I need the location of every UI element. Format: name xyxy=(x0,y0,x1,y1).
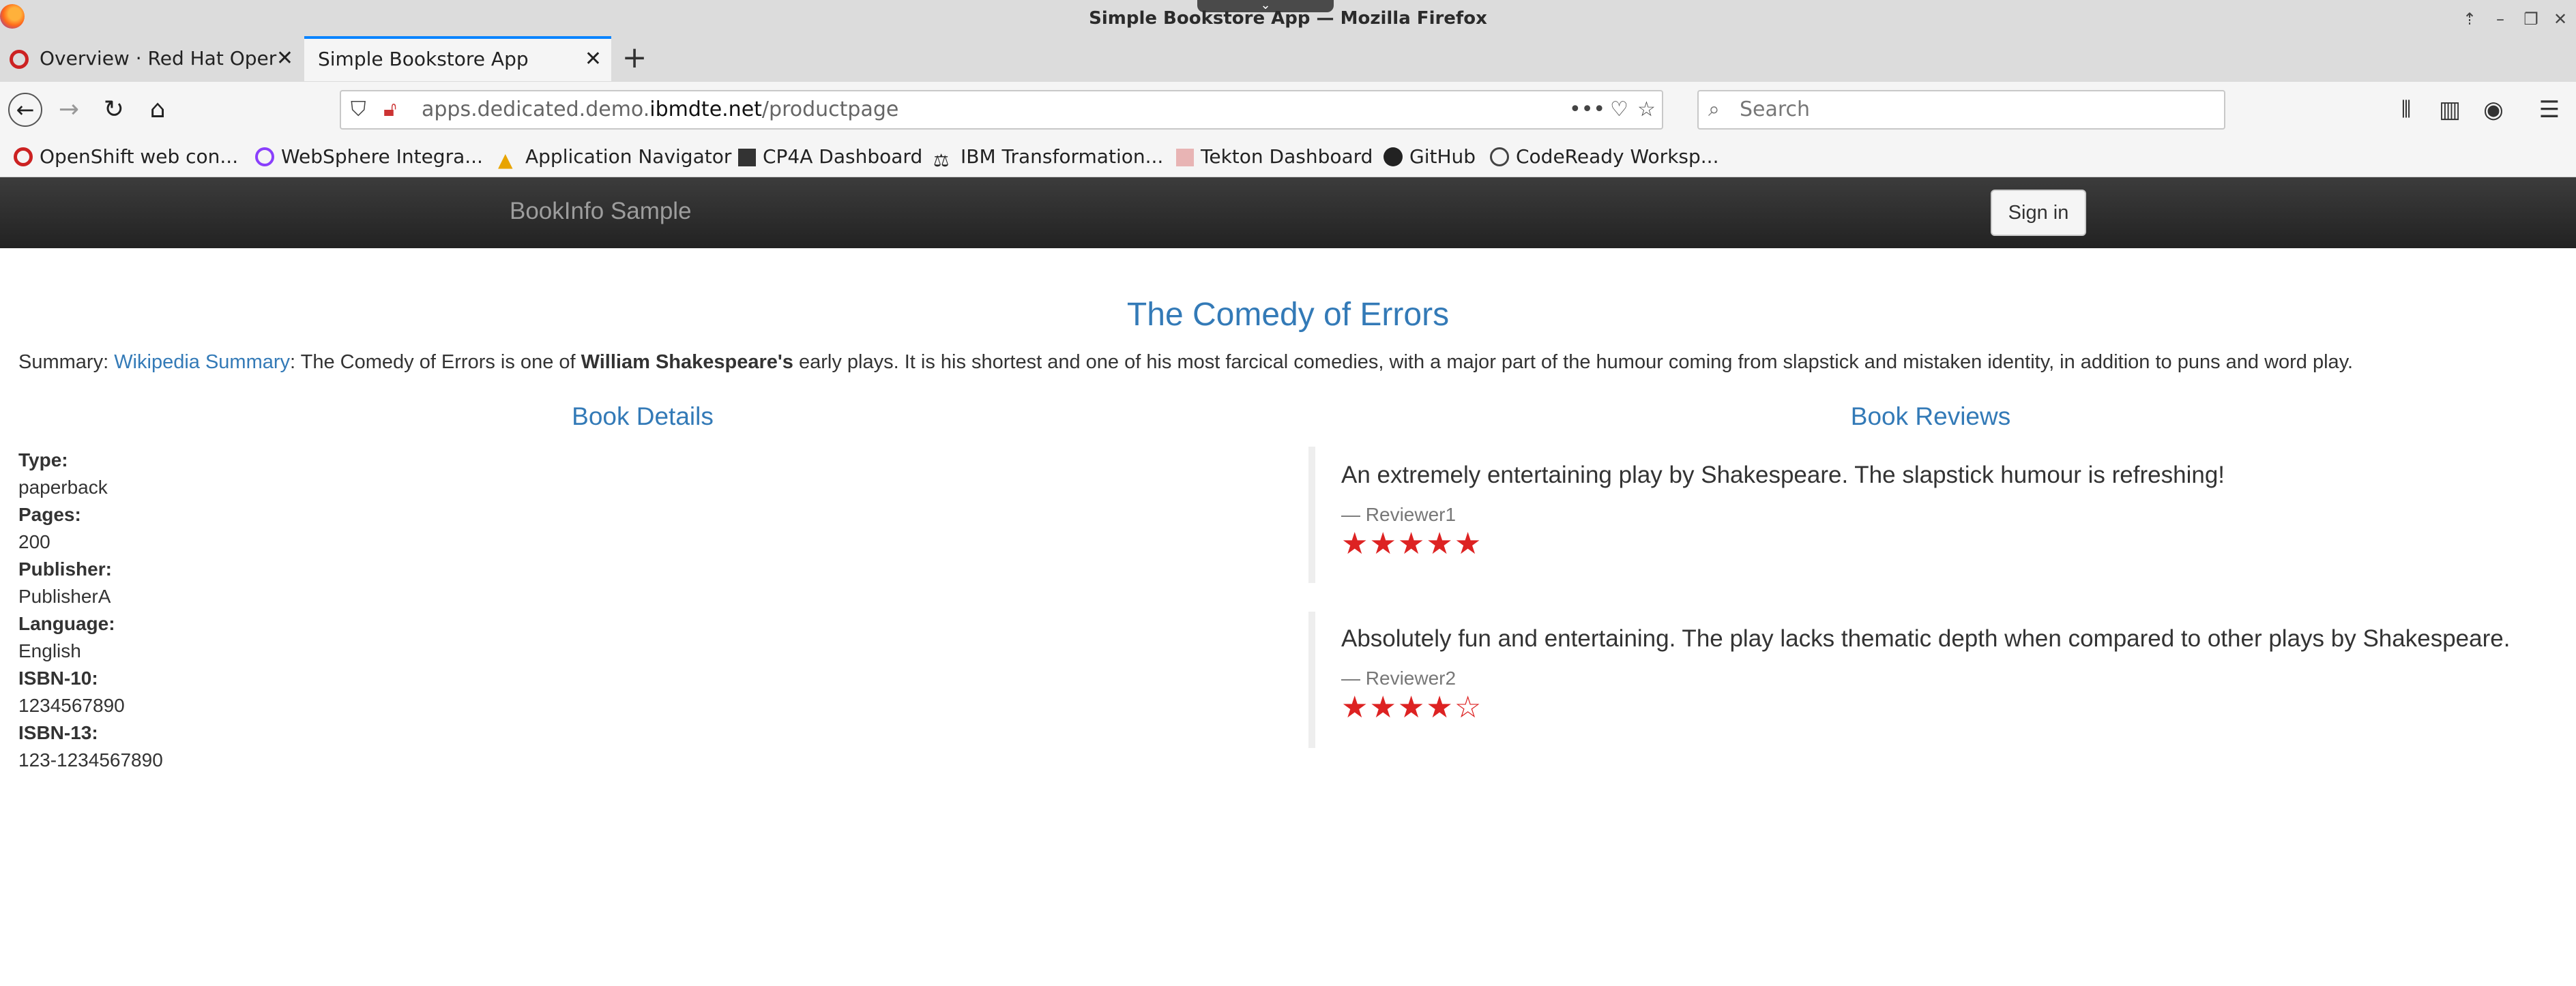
brand-link[interactable]: BookInfo Sample xyxy=(510,177,692,245)
close-tab-icon[interactable]: ✕ xyxy=(276,36,293,81)
star-filled-icon: ★ xyxy=(1426,527,1454,561)
search-placeholder: Search xyxy=(1740,98,1811,121)
detail-label: Language: xyxy=(18,613,115,634)
star-filled-icon: ★ xyxy=(1426,691,1454,724)
book-details-heading: Book Details xyxy=(572,402,714,430)
review-text: An extremely entertaining play by Shakes… xyxy=(1341,462,2225,488)
star-filled-icon: ★ xyxy=(1454,527,1483,561)
keep-above-button[interactable]: ⇡ xyxy=(2456,5,2483,33)
detail-value: paperback xyxy=(18,477,108,498)
bookmarks-toolbar: OpenShift web con... WebSphere Integra..… xyxy=(0,138,2576,177)
tekton-icon xyxy=(1176,149,1194,166)
close-window-button[interactable]: ✕ xyxy=(2547,5,2574,33)
rating-stars: ★★★★☆ xyxy=(1341,691,2510,725)
detail-label: Publisher: xyxy=(18,558,112,580)
bookmark-app-navigator[interactable]: ▲ Application Navigator xyxy=(498,138,731,176)
ibm-icon: ⚖ xyxy=(933,151,950,171)
detail-label: Type: xyxy=(18,449,68,470)
book-summary: Summary: Wikipedia Summary: The Comedy o… xyxy=(18,351,2354,373)
detail-value: English xyxy=(18,640,81,661)
openshift-icon xyxy=(10,50,29,69)
search-icon: ⌕ xyxy=(1708,98,1720,121)
detail-value: 123-1234567890 xyxy=(18,749,163,771)
review-2: Absolutely fun and entertaining. The pla… xyxy=(1308,612,2510,748)
book-reviews-heading: Book Reviews xyxy=(1850,402,2011,430)
tab-overview[interactable]: Overview · Red Hat Oper ✕ xyxy=(0,36,303,81)
star-filled-icon: ★ xyxy=(1369,691,1398,724)
bookmark-star-icon[interactable]: ☆ xyxy=(1637,91,1656,128)
window-titlebar: ⌄ Simple Bookstore App — Mozilla Firefox… xyxy=(0,0,2576,36)
bookmark-ibm-transformation[interactable]: ⚖ IBM Transformation... xyxy=(933,138,1163,176)
bookmark-codeready[interactable]: CodeReady Worksp... xyxy=(1490,138,1718,176)
wikipedia-summary-link[interactable]: Wikipedia Summary xyxy=(114,351,290,373)
forward-button[interactable]: → xyxy=(52,93,86,127)
detail-value: 200 xyxy=(18,531,50,552)
tab-label: Simple Bookstore App xyxy=(318,48,529,70)
app-navbar: BookInfo Sample Sign in xyxy=(0,177,2576,248)
library-icon[interactable]: ⫴ xyxy=(2389,94,2423,125)
tab-label: Overview · Red Hat Oper xyxy=(40,47,277,70)
star-empty-icon: ☆ xyxy=(1454,691,1483,724)
star-filled-icon: ★ xyxy=(1341,527,1370,561)
openshift-icon xyxy=(14,147,33,166)
sidebar-icon[interactable]: ▥ xyxy=(2433,94,2467,125)
navigator-icon: ▲ xyxy=(498,149,513,171)
bookmark-github[interactable]: GitHub xyxy=(1384,138,1476,176)
detail-value: 1234567890 xyxy=(18,695,125,716)
detail-value: PublisherA xyxy=(18,586,111,607)
search-input[interactable]: ⌕ Search xyxy=(1697,90,2225,130)
account-icon[interactable]: ◉ xyxy=(2476,94,2511,125)
insecure-lock-icon[interactable]: 🔓︎ xyxy=(383,91,396,128)
bookmark-openshift[interactable]: OpenShift web con... xyxy=(14,138,238,176)
navigation-toolbar: ← → ↻ ⌂ ⛉ 🔓︎ apps.dedicated.demo.ibmdte.… xyxy=(0,82,2576,138)
review-text: Absolutely fun and entertaining. The pla… xyxy=(1341,625,2511,652)
book-details-list: Type: paperback Pages: 200 Publisher: Pu… xyxy=(18,447,163,774)
github-icon xyxy=(1384,147,1403,166)
star-filled-icon: ★ xyxy=(1397,527,1426,561)
review-author: — Reviewer1 xyxy=(1341,504,1457,525)
maximize-button[interactable]: ❐ xyxy=(2517,5,2545,33)
bookmark-websphere[interactable]: WebSphere Integra... xyxy=(255,138,483,176)
page-actions-icon[interactable]: ••• xyxy=(1569,91,1605,128)
bookmark-cp4a[interactable]: CP4A Dashboard xyxy=(738,138,922,176)
star-filled-icon: ★ xyxy=(1341,691,1370,724)
tab-bookstore[interactable]: Simple Bookstore App ✕ xyxy=(304,36,611,81)
new-tab-button[interactable]: + xyxy=(614,36,655,80)
window-title: Simple Bookstore App — Mozilla Firefox xyxy=(1089,8,1487,29)
review-1: An extremely entertaining play by Shakes… xyxy=(1308,447,2225,583)
cp4a-icon xyxy=(738,149,756,166)
rating-stars: ★★★★★ xyxy=(1341,527,2225,561)
detail-label: Pages: xyxy=(18,504,81,525)
back-button[interactable]: ← xyxy=(8,93,42,127)
url-bar[interactable]: ⛉ 🔓︎ apps.dedicated.demo.ibmdte.net/prod… xyxy=(340,90,1663,130)
menu-icon[interactable]: ☰ xyxy=(2532,94,2566,125)
url-text[interactable]: apps.dedicated.demo.ibmdte.net/productpa… xyxy=(422,91,898,128)
home-button[interactable]: ⌂ xyxy=(141,93,175,127)
websphere-icon xyxy=(255,147,274,166)
book-title: The Comedy of Errors xyxy=(1126,297,1450,333)
pocket-icon[interactable]: ♡ xyxy=(1610,91,1628,128)
bookmark-tekton[interactable]: Tekton Dashboard xyxy=(1176,138,1373,176)
close-tab-icon[interactable]: ✕ xyxy=(585,39,602,80)
globe-icon xyxy=(1490,147,1509,166)
sign-in-button[interactable]: Sign in xyxy=(1991,190,2086,236)
detail-label: ISBN-10: xyxy=(18,668,98,689)
star-filled-icon: ★ xyxy=(1369,527,1398,561)
star-filled-icon: ★ xyxy=(1397,691,1426,724)
reload-button[interactable]: ↻ xyxy=(97,93,131,127)
detail-label: ISBN-13: xyxy=(18,722,98,743)
tab-bar: Overview · Red Hat Oper ✕ Simple Booksto… xyxy=(0,36,2576,82)
minimize-button[interactable]: – xyxy=(2487,5,2514,33)
review-author: — Reviewer2 xyxy=(1341,668,1457,689)
shield-icon[interactable]: ⛉ xyxy=(351,91,366,128)
